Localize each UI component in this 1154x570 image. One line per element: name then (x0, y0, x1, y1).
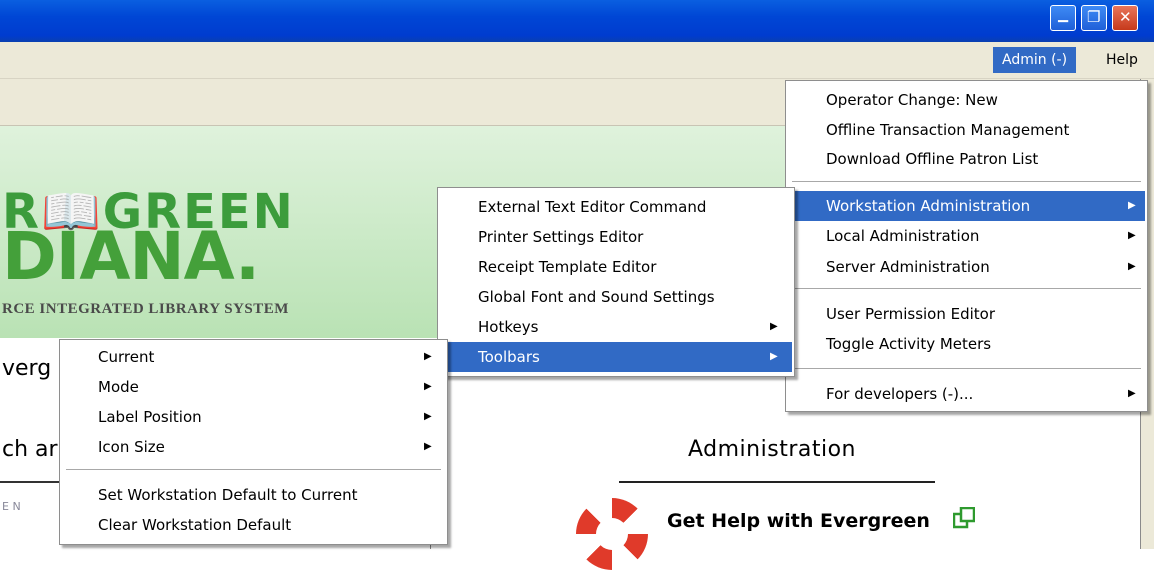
maximize-icon: ❐ (1087, 8, 1101, 26)
logo-indiana-text: DIANA. (2, 218, 260, 295)
submenu-arrow-icon: ▶ (424, 381, 432, 392)
submenu-arrow-icon: ▶ (1128, 230, 1136, 241)
submenu-arrow-icon: ▶ (424, 441, 432, 452)
left-column-text: E N (2, 500, 21, 513)
menu-item-toolbars[interactable]: Toolbars ▶ (440, 342, 792, 372)
menu-item-operator-change[interactable]: Operator Change: New (788, 85, 1145, 115)
menu-item-workstation-administration[interactable]: Workstation Administration ▶ (788, 191, 1145, 221)
minimize-icon: ▁ (1058, 8, 1068, 23)
menu-item-mode[interactable]: Mode ▶ (62, 372, 445, 402)
menu-item-local-administration[interactable]: Local Administration ▶ (788, 221, 1145, 251)
submenu-arrow-icon: ▶ (424, 411, 432, 422)
close-icon: ✕ (1119, 8, 1132, 26)
submenu-arrow-icon: ▶ (1128, 388, 1136, 399)
admin-menu: Operator Change: New Offline Transaction… (785, 80, 1148, 412)
menu-item-offline-transaction[interactable]: Offline Transaction Management (788, 115, 1145, 145)
submenu-arrow-icon: ▶ (1128, 200, 1136, 211)
divider (0, 481, 60, 483)
get-help-link[interactable]: Get Help with Evergreen (667, 510, 930, 532)
search-heading: ch ar (2, 437, 58, 462)
welcome-heading: verg (2, 356, 52, 381)
menu-item-receipt-template-editor[interactable]: Receipt Template Editor (440, 252, 792, 282)
menu-item-external-text-editor[interactable]: External Text Editor Command (440, 192, 792, 222)
menu-item-hotkeys[interactable]: Hotkeys ▶ (440, 312, 792, 342)
menu-help[interactable]: Help (1097, 47, 1147, 73)
menu-item-download-offline-patron[interactable]: Download Offline Patron List (788, 144, 1145, 174)
maximize-button[interactable]: ❐ (1081, 5, 1107, 31)
menu-bar: Admin (-) Help (0, 42, 1154, 79)
administration-divider (619, 481, 935, 483)
menu-item-server-administration[interactable]: Server Administration ▶ (788, 252, 1145, 282)
external-link-icon[interactable] (953, 507, 975, 529)
menu-admin[interactable]: Admin (-) (993, 47, 1077, 73)
close-button[interactable]: ✕ (1112, 5, 1138, 31)
administration-heading: Administration (688, 437, 856, 462)
menu-separator (66, 469, 441, 470)
minimize-button[interactable]: ▁ (1050, 5, 1076, 31)
menu-separator (792, 181, 1141, 182)
menu-separator (792, 288, 1141, 289)
menu-item-user-permission-editor[interactable]: User Permission Editor (788, 299, 1145, 329)
submenu-arrow-icon: ▶ (770, 321, 778, 332)
lifebuoy-icon (576, 498, 648, 570)
menu-item-icon-size[interactable]: Icon Size ▶ (62, 432, 445, 462)
logo-tagline: RCE INTEGRATED LIBRARY SYSTEM (2, 301, 289, 317)
toolbars-submenu: Current ▶ Mode ▶ Label Position ▶ Icon Size… (59, 339, 448, 545)
window-titlebar (0, 0, 1154, 42)
menu-item-current[interactable]: Current ▶ (62, 342, 445, 372)
menu-item-toggle-activity-meters[interactable]: Toggle Activity Meters (788, 329, 1145, 359)
menu-item-label-position[interactable]: Label Position ▶ (62, 402, 445, 432)
menu-item-printer-settings-editor[interactable]: Printer Settings Editor (440, 222, 792, 252)
menu-item-global-font-sound[interactable]: Global Font and Sound Settings (440, 282, 792, 312)
menu-item-for-developers[interactable]: For developers (-)... ▶ (788, 379, 1145, 409)
submenu-arrow-icon: ▶ (1128, 261, 1136, 272)
menu-separator (792, 368, 1141, 369)
workstation-admin-submenu: External Text Editor Command Printer Set… (437, 187, 795, 377)
submenu-arrow-icon: ▶ (424, 351, 432, 362)
menu-item-clear-workstation-default[interactable]: Clear Workstation Default (62, 510, 445, 540)
submenu-arrow-icon: ▶ (770, 351, 778, 362)
menu-item-set-workstation-default[interactable]: Set Workstation Default to Current (62, 480, 445, 510)
